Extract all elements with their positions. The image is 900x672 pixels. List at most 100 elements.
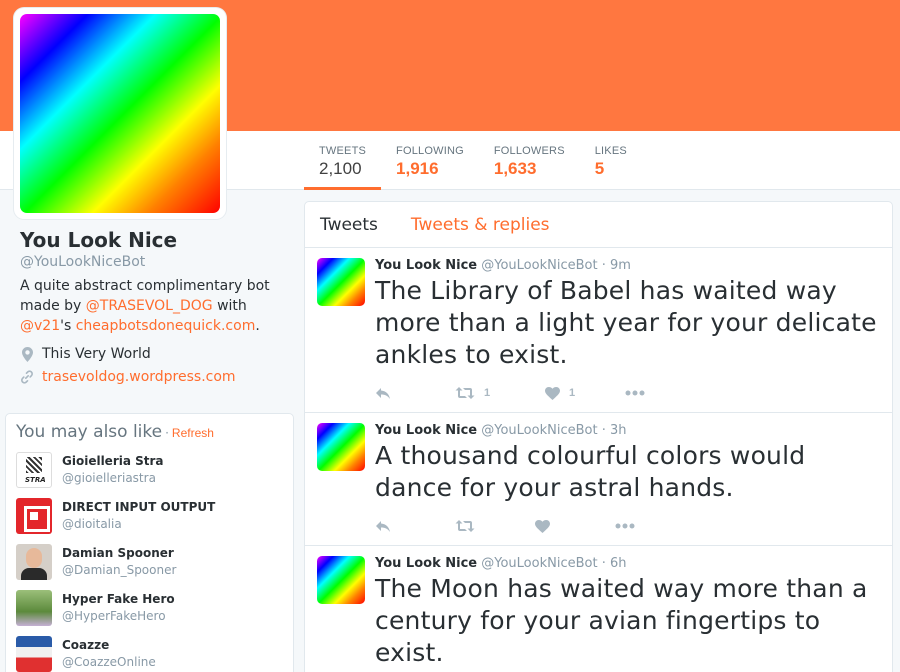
heart-icon: [535, 519, 550, 533]
tweet-timestamp[interactable]: · 9m: [602, 258, 631, 273]
retweet-button[interactable]: [455, 519, 535, 533]
tweet-avatar[interactable]: [317, 423, 365, 471]
profile-handle[interactable]: @YouLookNiceBot: [20, 254, 290, 270]
stat-following-value: 1,916: [396, 159, 439, 178]
suggestion-info: Coazze @CoazzeOnline: [62, 637, 156, 671]
retweet-icon: [455, 387, 475, 399]
suggestion-avatar[interactable]: STRA: [16, 452, 52, 488]
bio-link-cheapbots[interactable]: cheapbotsdonequick.com: [76, 318, 256, 334]
suggestion-avatar[interactable]: [16, 544, 52, 580]
suggestion-name[interactable]: Damian Spooner: [62, 545, 176, 562]
tweet-author-name[interactable]: You Look Nice: [375, 423, 477, 438]
bio-text: with: [212, 298, 247, 314]
tweet-actions: 1 1: [375, 385, 880, 401]
suggestion-handle: @Damian_Spooner: [62, 563, 177, 577]
like-count: 1: [569, 387, 576, 399]
tweet[interactable]: You Look Nice @YouLookNiceBot · 6h The M…: [305, 546, 892, 672]
timeline-tabs: Tweets Tweets & replies: [305, 202, 892, 248]
tweet[interactable]: You Look Nice @YouLookNiceBot · 3h A tho…: [305, 413, 892, 546]
tweet-header: You Look Nice @YouLookNiceBot · 3h: [375, 423, 880, 439]
suggestion-name[interactable]: DIRECT INPUT OUTPUT: [62, 499, 215, 516]
profile-location: This Very World: [20, 346, 290, 362]
stat-likes-value: 5: [594, 159, 605, 178]
bio-link-v21[interactable]: @v21: [20, 318, 60, 334]
stat-followers[interactable]: FOLLOWERS 1,633: [479, 131, 580, 190]
bio-link-trasevol[interactable]: @TRASEVOL_DOG: [86, 298, 213, 314]
suggestion-info: DIRECT INPUT OUTPUT @dioitalia: [62, 499, 215, 533]
stat-tweets-label: TWEETS: [319, 145, 367, 157]
tweet-text: A thousand colourful colors would dance …: [375, 441, 806, 502]
suggestion-item[interactable]: Damian Spooner @Damian_Spooner: [16, 544, 283, 580]
more-dots-icon: [625, 390, 645, 396]
suggestion-handle: @gioielleriastra: [62, 471, 156, 485]
profile-card: You Look Nice @YouLookNiceBot A quite ab…: [20, 228, 290, 385]
suggestion-avatar[interactable]: [16, 636, 52, 672]
retweet-count: 1: [484, 387, 491, 399]
suggestion-info: Hyper Fake Hero @HyperFakeHero: [62, 591, 175, 625]
profile-bio: A quite abstract complimentary bot made …: [20, 276, 290, 336]
profile-stats: TWEETS 2,100 FOLLOWING 1,916 FOLLOWERS 1…: [304, 131, 642, 190]
tweet-author-handle[interactable]: @YouLookNiceBot: [481, 556, 597, 571]
more-button[interactable]: [625, 390, 645, 396]
you-may-also-like-module: You may also like · Refresh STRA Gioiell…: [5, 413, 294, 672]
more-button[interactable]: [615, 523, 635, 529]
tweet-header: You Look Nice @YouLookNiceBot · 6h: [375, 556, 880, 572]
wtf-header: You may also like · Refresh: [16, 422, 283, 442]
profile-avatar-image: [20, 14, 220, 213]
suggestion-info: Gioielleria Stra @gioielleriastra: [62, 453, 164, 487]
suggestion-item[interactable]: DIRECT INPUT OUTPUT @dioitalia: [16, 498, 283, 534]
retweet-button[interactable]: 1: [455, 386, 545, 400]
stat-likes[interactable]: LIKES 5: [580, 131, 642, 190]
stat-followers-label: FOLLOWERS: [493, 145, 565, 157]
tweet-text: The Library of Babel has waited way more…: [375, 276, 877, 369]
suggestion-item[interactable]: Coazze @CoazzeOnline: [16, 636, 283, 672]
bio-text: 's: [60, 318, 76, 334]
link-icon: [20, 369, 34, 385]
reply-button[interactable]: [375, 520, 455, 533]
refresh-link[interactable]: Refresh: [172, 426, 214, 440]
tweet-author-handle[interactable]: @YouLookNiceBot: [481, 258, 597, 273]
suggestion-item[interactable]: Hyper Fake Hero @HyperFakeHero: [16, 590, 283, 626]
tweet-text: The Moon has waited way more than a cent…: [375, 574, 868, 667]
tab-tweets[interactable]: Tweets: [320, 215, 378, 235]
suggestion-avatar[interactable]: [16, 498, 52, 534]
wtf-separator: ·: [165, 426, 169, 440]
wtf-title: You may also like: [16, 422, 163, 442]
tweet-author-name[interactable]: You Look Nice: [375, 556, 477, 571]
website-link[interactable]: trasevoldog.wordpress.com: [42, 369, 236, 385]
stat-followers-value: 1,633: [493, 159, 537, 178]
suggestion-name[interactable]: Gioielleria Stra: [62, 453, 164, 470]
suggestion-handle: @HyperFakeHero: [62, 609, 166, 623]
reply-button[interactable]: [375, 387, 455, 400]
like-button[interactable]: [535, 519, 615, 533]
retweet-icon: [455, 520, 475, 532]
tab-tweets-and-replies[interactable]: Tweets & replies: [411, 215, 550, 235]
like-button[interactable]: 1: [545, 386, 625, 400]
profile-website: trasevoldog.wordpress.com: [20, 369, 290, 385]
suggestion-handle: @CoazzeOnline: [62, 655, 156, 669]
tweet-actions: [375, 518, 880, 534]
suggestion-name[interactable]: Hyper Fake Hero: [62, 591, 175, 608]
profile-name[interactable]: You Look Nice: [20, 228, 290, 252]
tweet-author-name[interactable]: You Look Nice: [375, 258, 477, 273]
stat-tweets[interactable]: TWEETS 2,100: [304, 131, 382, 190]
stra-logo-text: STRA: [25, 476, 46, 484]
suggestion-name[interactable]: Coazze: [62, 637, 156, 654]
tweet-avatar[interactable]: [317, 556, 365, 604]
suggestion-handle: @dioitalia: [62, 517, 122, 531]
reply-icon: [376, 387, 390, 399]
profile-avatar[interactable]: [14, 8, 226, 219]
location-text: This Very World: [42, 346, 151, 362]
suggestion-avatar[interactable]: [16, 590, 52, 626]
stat-following[interactable]: FOLLOWING 1,916: [381, 131, 479, 190]
stat-tweets-value: 2,100: [319, 159, 362, 178]
stat-likes-label: LIKES: [594, 145, 627, 157]
suggestion-item[interactable]: STRA Gioielleria Stra @gioielleriastra: [16, 452, 283, 488]
tweet-timestamp[interactable]: · 6h: [602, 556, 627, 571]
tweet[interactable]: You Look Nice @YouLookNiceBot · 9m The L…: [305, 248, 892, 413]
tweet-timestamp[interactable]: · 3h: [602, 423, 627, 438]
tweet-author-handle[interactable]: @YouLookNiceBot: [481, 423, 597, 438]
more-dots-icon: [615, 523, 635, 529]
tweet-header: You Look Nice @YouLookNiceBot · 9m: [375, 258, 880, 274]
tweet-avatar[interactable]: [317, 258, 365, 306]
